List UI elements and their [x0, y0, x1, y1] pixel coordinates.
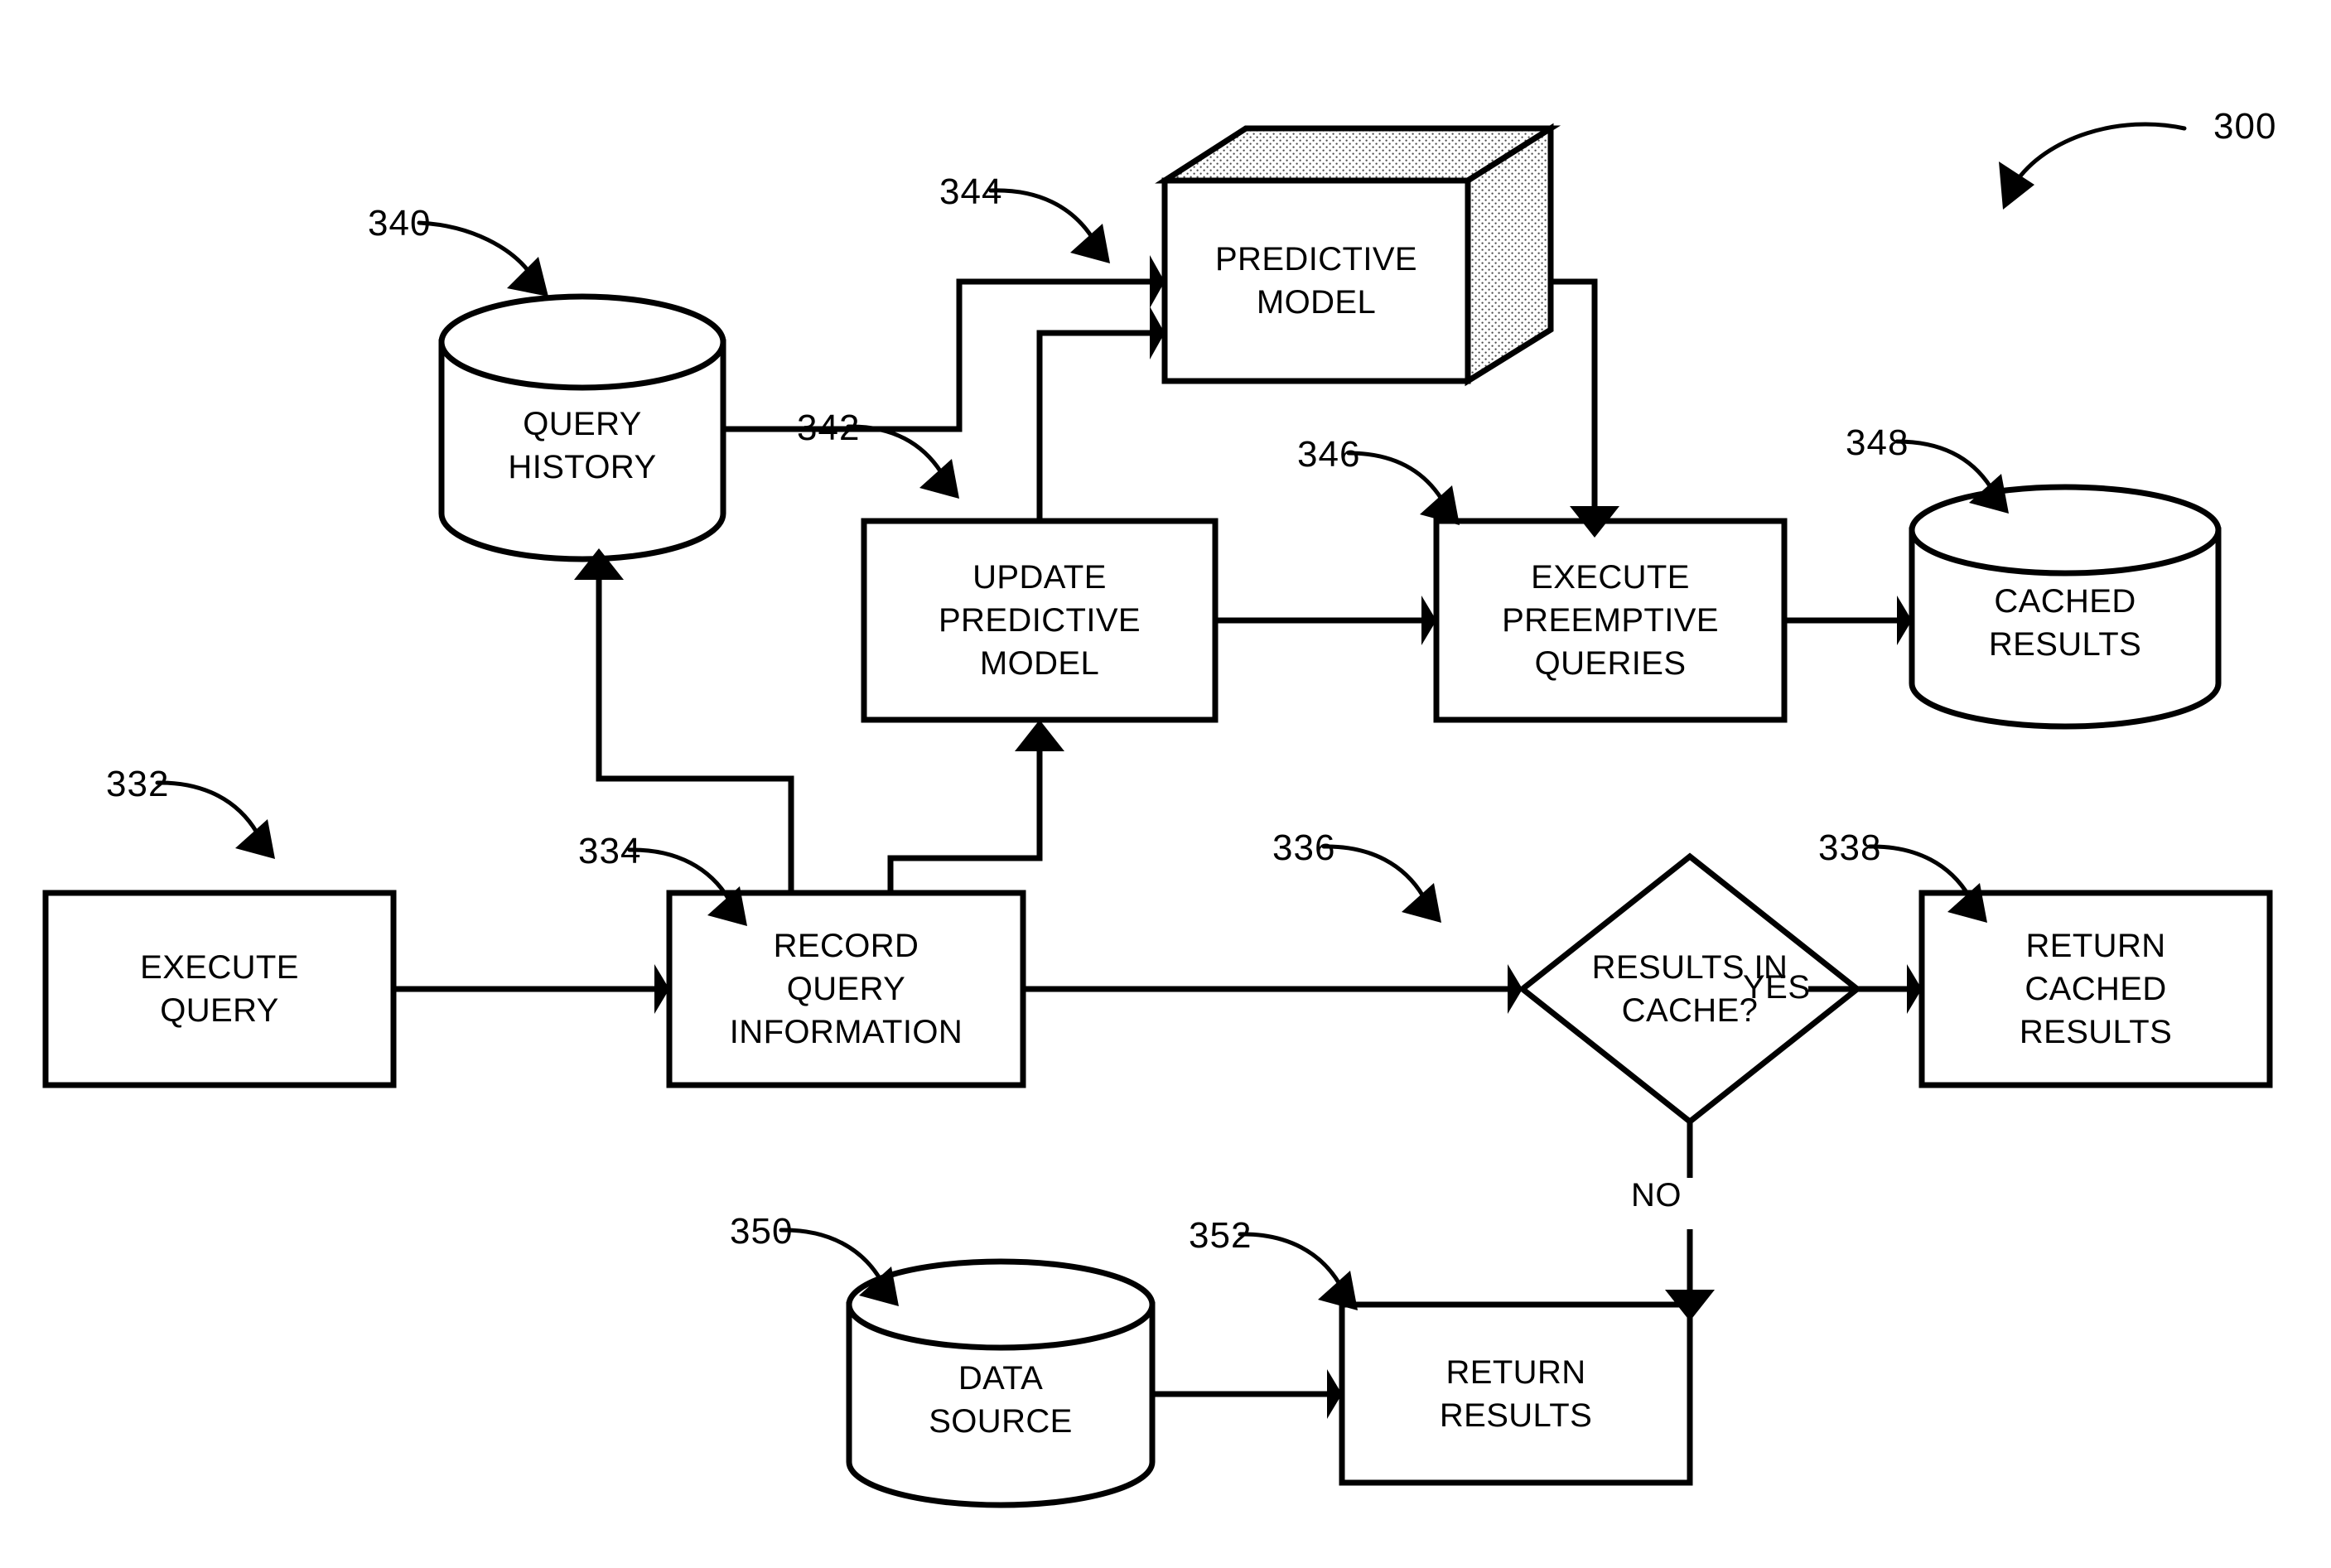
leader-300: [1999, 122, 2187, 210]
leader-344: [988, 188, 1110, 263]
leader-342: [846, 424, 959, 499]
edge-record-to-results-in-cache: [1023, 964, 1523, 1014]
flowchart-graphics: [42, 122, 2273, 1508]
figure-canvas: QUERY HISTORY PREDICTIVE MODEL UPDATE PR…: [0, 0, 2331, 1568]
ref-numeral-334: 334: [578, 831, 642, 871]
ref-numeral-346: 346: [1297, 434, 1361, 475]
ref-numeral-350: 350: [730, 1211, 794, 1252]
leader-352: [1238, 1232, 1358, 1310]
ref-numeral-340: 340: [368, 203, 432, 244]
edge-execute-query-to-record: [393, 964, 669, 1014]
ref-numeral-336: 336: [1272, 827, 1336, 868]
node-query-history-shape: [438, 293, 726, 562]
edge-execute-preemptive-to-cached-results: [1784, 596, 1912, 645]
ref-numeral-342: 342: [797, 408, 861, 448]
edge-results-in-cache-no: [1665, 1122, 1715, 1321]
ref-numeral-300: 300: [2213, 106, 2277, 147]
node-execute-preemptive-queries-shape: [1433, 518, 1788, 723]
ref-numeral-344: 344: [939, 171, 1003, 212]
node-record-query-information-shape: [666, 890, 1026, 1088]
ref-numeral-348: 348: [1846, 422, 1909, 463]
edge-record-to-update-predictive-model: [887, 720, 1064, 893]
edge-label-yes: YES: [1743, 969, 1811, 1006]
leader-340: [417, 220, 548, 297]
edge-query-history-to-predictive-model: [723, 255, 1165, 432]
node-return-results-shape: [1339, 1301, 1693, 1486]
edge-label-no: NO: [1631, 1177, 1682, 1213]
node-execute-query-shape: [42, 890, 397, 1088]
edge-predictive-model-to-execute-preemptive: [1551, 278, 1619, 538]
ref-numeral-338: 338: [1818, 827, 1882, 868]
node-update-predictive-model-shape: [861, 518, 1219, 723]
leader-346: [1346, 451, 1460, 525]
edge-update-predictive-to-execute-preemptive: [1215, 596, 1436, 645]
node-predictive-model-shape: [1155, 123, 1561, 387]
edge-update-predictive-model-to-predictive-model: [1036, 306, 1165, 521]
leader-350: [779, 1228, 899, 1306]
ref-numeral-352: 352: [1189, 1215, 1252, 1256]
edge-data-source-to-return-results: [1152, 1369, 1342, 1419]
node-cached-results-shape: [1909, 484, 2222, 730]
leader-332: [155, 780, 275, 859]
leader-336: [1321, 844, 1441, 923]
ref-numeral-332: 332: [106, 764, 170, 804]
node-return-cached-results-shape: [1918, 890, 2273, 1088]
